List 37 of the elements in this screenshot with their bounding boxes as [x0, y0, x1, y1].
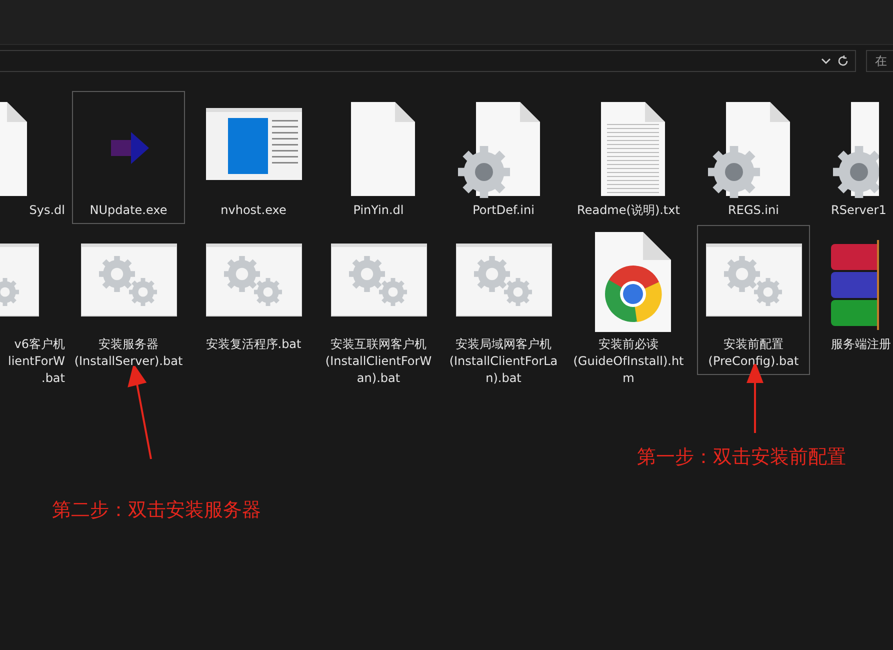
file-name: NUpdate.exe	[90, 202, 168, 219]
file-item[interactable]: 安装前配置 (PreConfig).bat	[697, 225, 810, 375]
file-item[interactable]: 安装互联网客户机 (InstallClientForW an).bat	[322, 225, 435, 392]
chevron-down-icon[interactable]	[821, 57, 831, 65]
file-name: 服务端注册	[831, 336, 891, 353]
file-item[interactable]: RServer1	[816, 91, 893, 224]
file-item[interactable]: REGS.ini	[697, 91, 810, 224]
file-name: nvhost.exe	[220, 202, 286, 219]
annotation-text: 第二步：双击安装服务器	[52, 498, 261, 523]
file-item[interactable]: 安装局域网客户机 (InstallClientForLa n).bat	[447, 225, 560, 392]
file-name: Sys.dl	[29, 202, 65, 219]
file-name: 安装前配置 (PreConfig).bat	[708, 336, 799, 370]
annotation-text: 第一步：双击安装前配置	[637, 445, 846, 470]
file-name: PinYin.dl	[353, 202, 404, 219]
file-name: 安装复活程序.bat	[206, 336, 302, 353]
refresh-icon[interactable]	[837, 55, 849, 67]
file-item[interactable]: nvhost.exe	[197, 91, 310, 224]
file-name: PortDef.ini	[472, 202, 534, 219]
file-item[interactable]: 安装前必读 (GuideOfInstall).ht m	[572, 225, 685, 392]
file-item[interactable]: 安装服务器 (InstallServer).bat	[72, 225, 185, 375]
file-item[interactable]: 服务端注册	[816, 225, 893, 358]
file-item[interactable]: Sys.dl	[0, 91, 66, 224]
file-item[interactable]: PinYin.dl	[322, 91, 435, 224]
file-item[interactable]: 安装复活程序.bat	[197, 225, 310, 358]
file-item[interactable]: Readme(说明).txt	[572, 91, 685, 224]
file-name: REGS.ini	[728, 202, 779, 219]
file-item[interactable]: PortDef.ini	[447, 91, 560, 224]
file-name: 安装服务器 (InstallServer).bat	[74, 336, 183, 370]
file-name: Readme(说明).txt	[577, 202, 680, 219]
file-item[interactable]: NUpdate.exe	[72, 91, 185, 224]
file-name: 安装局域网客户机 (InstallClientForLa n).bat	[449, 336, 558, 387]
file-name: 安装前必读 (GuideOfInstall).ht m	[573, 336, 684, 387]
file-name: RServer1	[831, 202, 886, 219]
file-name: 安装互联网客户机 (InstallClientForW an).bat	[325, 336, 432, 387]
file-name: v6客户机 lientForW .bat	[8, 336, 65, 387]
file-item[interactable]: v6客户机 lientForW .bat	[0, 225, 66, 392]
search-field[interactable]: 在	[866, 50, 893, 72]
